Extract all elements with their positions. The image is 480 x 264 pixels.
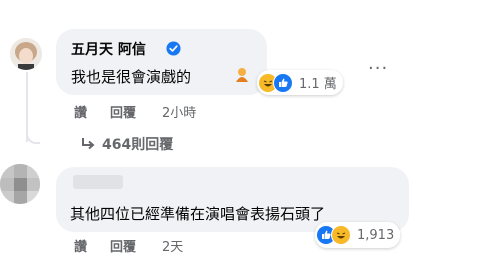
like-emoji <box>273 72 293 93</box>
verified-badge-icon <box>166 41 181 60</box>
replies-label: 464則回覆 <box>102 137 174 153</box>
comment-author[interactable]: 五月天 阿信 <box>71 39 146 59</box>
thread-branch <box>26 128 40 144</box>
reply-action[interactable]: 回覆 <box>110 102 136 121</box>
view-replies-link[interactable]: 464則回覆 <box>80 134 173 154</box>
reply-arrow-icon <box>82 138 95 150</box>
comment-time[interactable]: 2天 <box>162 236 183 255</box>
like-action[interactable]: 讚 <box>74 102 87 121</box>
comment-time[interactable]: 2小時 <box>162 102 196 121</box>
comment-text: 我也是很會演戲的 <box>71 68 192 86</box>
person-bowing-emoji <box>233 66 251 88</box>
haha-emoji <box>331 225 351 245</box>
avatar[interactable] <box>10 38 42 70</box>
reply-action[interactable]: 回覆 <box>110 236 136 255</box>
reaction-summary[interactable]: 1,913 <box>315 222 401 248</box>
avatar-image <box>10 38 42 70</box>
avatar[interactable] <box>0 164 40 204</box>
reaction-summary[interactable]: 1.1 萬 <box>257 70 343 95</box>
blurred-avatar-image <box>0 164 40 204</box>
reaction-count: 1,913 <box>357 227 395 243</box>
comment-text: 其他四位已經準備在演唱會表揚石頭了 <box>70 205 326 223</box>
blurred-author-name <box>73 175 123 189</box>
more-options-icon[interactable]: ··· <box>368 58 388 79</box>
like-action[interactable]: 讚 <box>74 236 87 255</box>
reaction-count: 1.1 萬 <box>299 77 337 92</box>
